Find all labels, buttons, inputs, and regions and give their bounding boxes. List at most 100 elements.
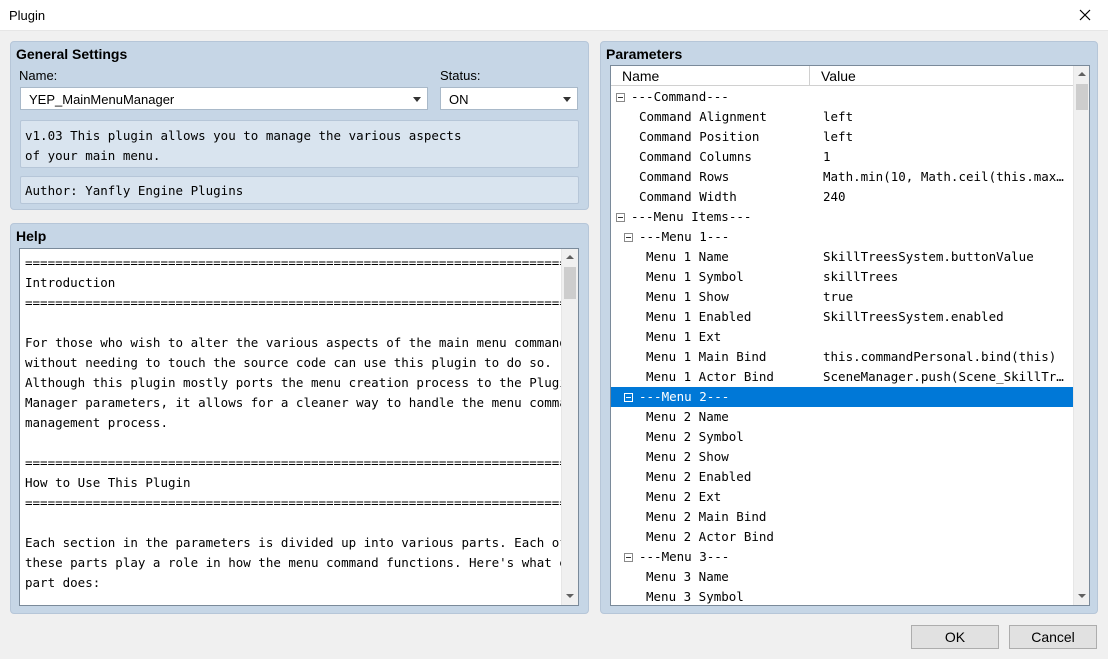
parameter-name: Menu 2 Show	[646, 449, 729, 464]
parameter-group-row[interactable]: ---Menu Items---	[611, 207, 1073, 227]
help-line	[25, 313, 561, 333]
parameter-name: Menu 1 Actor Bind	[646, 369, 774, 384]
parameter-name: Command Width	[639, 189, 737, 204]
parameter-row[interactable]: Menu 2 Name	[611, 407, 1073, 427]
general-settings-panel: General Settings Name: Status: YEP_MainM…	[10, 41, 589, 210]
parameter-group-row[interactable]: ---Command---	[611, 87, 1073, 107]
chevron-down-icon	[413, 97, 421, 102]
parameter-row[interactable]: Menu 1 Show true	[611, 287, 1073, 307]
parameter-group-row[interactable]: ---Menu 1---	[611, 227, 1073, 247]
parameter-value: SceneManager.push(Scene_SkillTrees)	[823, 369, 1071, 384]
parameter-name: Command Position	[639, 129, 760, 144]
help-line: ========================================…	[25, 295, 561, 310]
scroll-down-button[interactable]	[562, 588, 578, 605]
parameter-row[interactable]: Command Position left	[611, 127, 1073, 147]
grid-header: Name Value	[611, 66, 1073, 86]
help-text: ========================================…	[25, 253, 561, 593]
scroll-thumb[interactable]	[1076, 84, 1088, 110]
parameter-name: Command Rows	[639, 169, 730, 184]
parameter-row[interactable]: Menu 2 Main Bind	[611, 507, 1073, 527]
parameter-row[interactable]: Menu 1 Name SkillTreesSystem.buttonValue	[611, 247, 1073, 267]
window-title: Plugin	[9, 8, 46, 23]
collapse-icon[interactable]	[616, 213, 625, 222]
scroll-thumb[interactable]	[564, 267, 576, 299]
plugin-name-value: YEP_MainMenuManager	[29, 92, 175, 107]
cancel-button[interactable]: Cancel	[1009, 625, 1097, 649]
scroll-down-button[interactable]	[1074, 588, 1089, 605]
parameter-value: 240	[823, 189, 846, 204]
parameter-name: Menu 1 Symbol	[646, 269, 744, 284]
close-button[interactable]	[1062, 0, 1108, 31]
parameter-value: left	[823, 129, 854, 144]
help-line: these parts play a role in how the menu …	[25, 555, 561, 570]
parameter-rows: ---Command--- Command Alignment left Comman…	[611, 87, 1073, 605]
parameter-name: Menu 1 Show	[646, 289, 729, 304]
collapse-icon[interactable]	[616, 93, 625, 102]
parameter-value: true	[823, 289, 854, 304]
parameter-row[interactable]: Command Columns 1	[611, 147, 1073, 167]
collapse-icon[interactable]	[624, 553, 633, 562]
parameter-row[interactable]: Menu 1 Symbol skillTrees	[611, 267, 1073, 287]
parameter-row[interactable]: Menu 1 Ext	[611, 327, 1073, 347]
arrow-down-icon	[566, 594, 574, 598]
help-title: Help	[16, 228, 47, 244]
scroll-up-button[interactable]	[1074, 66, 1089, 83]
parameter-row[interactable]: Menu 1 Actor Bind SceneManager.push(Scene…	[611, 367, 1073, 387]
description-box: v1.03 This plugin allows you to manage t…	[20, 120, 579, 168]
parameter-group-row[interactable]: ---Menu 3---	[611, 547, 1073, 567]
arrow-up-icon	[566, 255, 574, 259]
status-select[interactable]: ON	[440, 87, 578, 110]
parameter-name: Menu 2 Main Bind	[646, 509, 767, 524]
collapse-icon[interactable]	[624, 393, 633, 402]
parameter-name: ---Menu 3---	[639, 549, 730, 564]
parameter-row[interactable]: Menu 3 Symbol	[611, 587, 1073, 605]
parameter-row[interactable]: Menu 2 Show	[611, 447, 1073, 467]
help-line: part does:	[25, 575, 101, 590]
arrow-up-icon	[1078, 72, 1086, 76]
general-settings-title: General Settings	[16, 46, 128, 62]
parameter-row[interactable]: Menu 1 Main Bind this.commandPersonal.bin…	[611, 347, 1073, 367]
parameter-group-row[interactable]: ---Menu 2---	[611, 387, 1073, 407]
parameter-name: Menu 2 Symbol	[646, 429, 744, 444]
parameter-row[interactable]: Command Width 240	[611, 187, 1073, 207]
parameter-row[interactable]: Menu 2 Enabled	[611, 467, 1073, 487]
parameter-value: skillTrees	[823, 269, 899, 284]
parameter-name: Menu 1 Main Bind	[646, 349, 767, 364]
help-line: ========================================…	[25, 455, 561, 470]
help-line: How to Use This Plugin	[25, 475, 191, 490]
parameter-name: Menu 2 Enabled	[646, 469, 752, 484]
column-header-name[interactable]: Name	[611, 66, 810, 86]
parameters-grid[interactable]: Name Value ---Command--- Command Alignmen…	[610, 65, 1090, 606]
ok-button[interactable]: OK	[911, 625, 999, 649]
parameter-row[interactable]: Menu 3 Name	[611, 567, 1073, 587]
help-line: Manager parameters, it allows for a clea…	[25, 395, 561, 410]
parameter-row[interactable]: Menu 2 Symbol	[611, 427, 1073, 447]
parameter-row[interactable]: Menu 2 Ext	[611, 487, 1073, 507]
parameter-value: SkillTreesSystem.buttonValue	[823, 249, 1034, 264]
parameter-value: this.commandPersonal.bind(this)	[823, 349, 1057, 364]
column-header-value[interactable]: Value	[810, 66, 1073, 86]
parameter-name: Menu 3 Name	[646, 569, 729, 584]
parameter-name: ---Menu Items---	[631, 209, 752, 224]
parameter-name: Menu 2 Actor Bind	[646, 529, 774, 544]
parameter-row[interactable]: Command Rows Math.min(10, Math.ceil(this.…	[611, 167, 1073, 187]
parameter-name: ---Menu 1---	[639, 229, 730, 244]
parameter-name: Command Columns	[639, 149, 752, 164]
help-line: For those who wish to alter the various …	[25, 335, 561, 350]
author-box: Author: Yanfly Engine Plugins	[20, 176, 579, 204]
collapse-icon[interactable]	[624, 233, 633, 242]
plugin-name-select[interactable]: YEP_MainMenuManager	[20, 87, 428, 110]
help-scrollbar[interactable]	[561, 249, 578, 605]
scroll-up-button[interactable]	[562, 249, 578, 266]
parameter-name: ---Menu 2---	[639, 389, 730, 404]
parameter-row[interactable]: Menu 1 Enabled SkillTreesSystem.enabled	[611, 307, 1073, 327]
parameter-row[interactable]: Command Alignment left	[611, 107, 1073, 127]
parameter-name: Menu 2 Name	[646, 409, 729, 424]
parameters-scrollbar[interactable]	[1073, 66, 1089, 605]
help-text-area[interactable]: ========================================…	[19, 248, 579, 606]
help-line	[25, 513, 561, 533]
help-line: management process.	[25, 415, 168, 430]
parameter-row[interactable]: Menu 2 Actor Bind	[611, 527, 1073, 547]
title-bar: Plugin	[0, 0, 1108, 31]
parameter-name: Menu 1 Ext	[646, 329, 722, 344]
